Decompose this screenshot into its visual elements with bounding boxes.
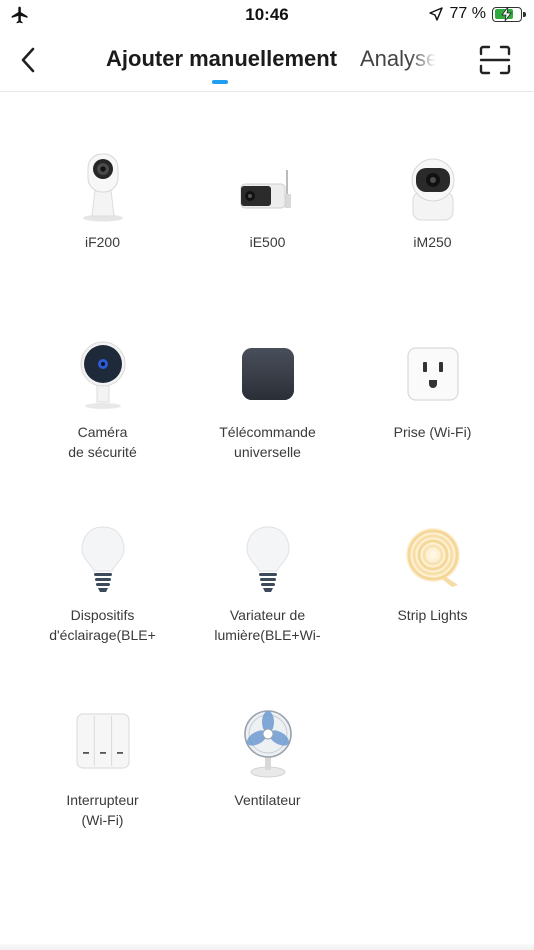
back-chevron-icon [21,47,35,73]
device-item-fan[interactable]: Ventilateur [185,708,350,858]
wall-switch-icon [75,713,130,769]
status-right: 77 % [428,5,526,23]
security-camera-icon [80,341,125,409]
smart-plug-icon [406,347,459,401]
scan-frame-icon[interactable] [478,44,512,76]
device-label: Ventilateur [234,792,301,808]
tab-scan[interactable]: Analyse [360,46,436,76]
device-label: iE500 [249,234,286,250]
battery-tip [523,11,526,17]
dimmer-bulb-icon [245,526,290,592]
bottom-edge [0,944,534,950]
battery-charging-icon [492,6,526,22]
device-label: iM250 [413,234,452,250]
device-item-wall-switch[interactable]: Interrupteur (Wi-Fi) [20,708,185,858]
dome-camera-icon [411,158,454,221]
device-item-ie500[interactable]: iE500 [185,150,350,300]
device-item-dimmer[interactable]: Variateur de lumière(BLE+Wi- [185,523,350,673]
strip-lights-icon [405,528,460,587]
device-item-smart-plug[interactable]: Prise (Wi-Fi) [350,340,515,490]
device-item-lighting[interactable]: Dispositifs d'éclairage(BLE+ [20,523,185,673]
device-label: Dispositifs d'éclairage(BLE+ [49,607,156,643]
universal-remote-icon [241,348,294,400]
light-bulb-icon [80,526,125,592]
device-label: Variateur de lumière(BLE+Wi- [214,607,321,643]
battery-percentage: 77 % [449,5,486,22]
device-label: Strip Lights [397,607,468,623]
location-arrow-icon [428,7,443,21]
charging-bolt-icon [501,6,512,21]
device-label: Interrupteur (Wi-Fi) [66,792,139,828]
device-label: Télécommande universelle [219,424,316,460]
tab-fade [410,46,436,76]
device-item-im250[interactable]: iM250 [350,150,515,300]
fan-icon [243,710,292,778]
tab-add-manually[interactable]: Ajouter manuellement [106,46,337,72]
status-bar: 10:46 77 % [0,0,534,30]
device-label: iF200 [84,234,121,250]
device-item-strip-lights[interactable]: Strip Lights [350,523,515,673]
device-label: Caméra de sécurité [68,424,137,460]
back-button[interactable] [12,42,44,78]
active-tab-indicator [212,80,228,84]
bullet-camera-icon [240,170,291,209]
device-item-universal-remote[interactable]: Télécommande universelle [185,340,350,490]
indoor-camera-icon [82,153,123,222]
device-label: Prise (Wi-Fi) [393,424,472,440]
device-item-security-camera[interactable]: Caméra de sécurité [20,340,185,490]
device-item-if200[interactable]: iF200 [20,150,185,300]
top-nav-header: Ajouter manuellement Analyse [0,30,534,92]
